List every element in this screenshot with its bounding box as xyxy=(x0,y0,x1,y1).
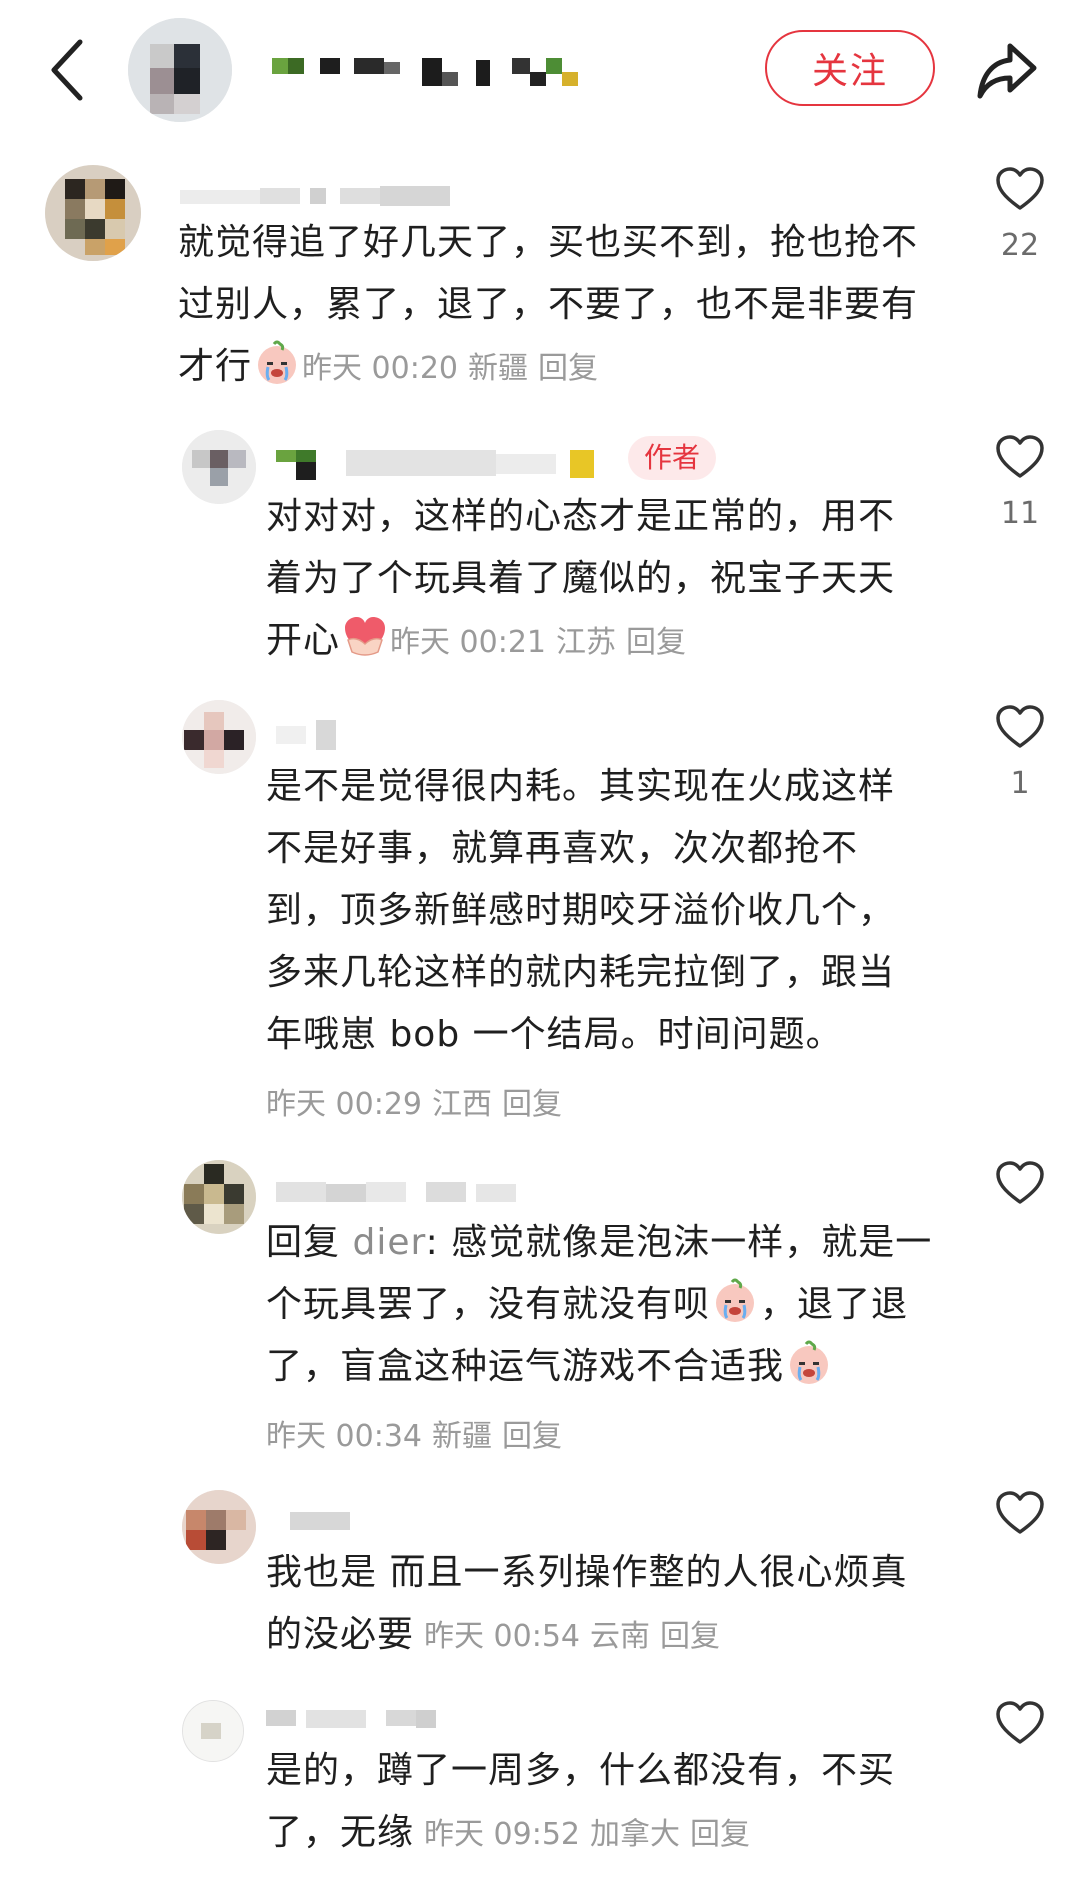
avatar[interactable] xyxy=(182,700,256,774)
like-button[interactable]: 11 xyxy=(990,434,1050,531)
comment-time: 昨天 00:34 xyxy=(266,1419,422,1454)
heart-hands-emoji xyxy=(345,617,386,656)
author-badge: 作者 xyxy=(628,436,717,480)
avatar[interactable] xyxy=(45,165,141,261)
comment-time: 昨天 00:29 xyxy=(266,1087,422,1122)
commenter-name-blurred[interactable] xyxy=(290,1504,360,1538)
comment-time: 昨天 00:54 xyxy=(424,1619,581,1654)
crying-face-emoji xyxy=(258,340,297,384)
avatar[interactable] xyxy=(182,1700,244,1762)
comment-text: 对对对，这样的心态才是正常的，用不着为了个玩具着了魔似的，祝宝子天天开心 昨天 0… xyxy=(266,496,896,661)
crying-face-emoji xyxy=(790,1340,829,1384)
avatar[interactable] xyxy=(182,1490,256,1564)
reply-button[interactable]: 回复 xyxy=(502,1087,562,1122)
reply-button[interactable]: 回复 xyxy=(626,625,686,660)
avatar[interactable] xyxy=(182,430,256,504)
comment-item: 是不是觉得很内耗。其实现在火成这样不是好事，就算再喜欢，次次都抢不到，顶多新鲜感… xyxy=(0,700,1080,1122)
heart-icon[interactable] xyxy=(995,166,1045,212)
comment-item: 作者 对对对，这样的心态才是正常的，用不着为了个玩具着了魔似的，祝宝子天天开心昨… xyxy=(0,430,1080,680)
like-count: 22 xyxy=(1000,228,1040,263)
commenter-name-blurred[interactable] xyxy=(180,178,450,212)
reply-button[interactable]: 回复 xyxy=(502,1419,562,1454)
comment-item: 回复 dier: 感觉就像是泡沫一样，就是一个玩具罢了，没有就没有呗 ，退了退了，… xyxy=(0,1160,1080,1460)
avatar[interactable] xyxy=(182,1160,256,1234)
crying-face-emoji xyxy=(716,1278,755,1322)
top-bar: 关注 xyxy=(0,0,1080,150)
profile-avatar[interactable] xyxy=(128,18,232,122)
like-button[interactable]: 22 xyxy=(990,166,1050,263)
comment-item: 就觉得追了好几天了，买也买不到，抢也抢不过别人，累了，退了，不要了，也不是非要有… xyxy=(0,160,1080,400)
like-count: 1 xyxy=(1010,766,1030,801)
comment-time: 昨天 00:21 xyxy=(390,625,547,660)
reply-button[interactable]: 回复 xyxy=(690,1817,750,1852)
reply-button[interactable]: 回复 xyxy=(538,351,598,386)
heart-icon[interactable] xyxy=(995,434,1045,480)
commenter-name-blurred[interactable] xyxy=(276,718,356,752)
commenter-name-blurred[interactable] xyxy=(266,1704,466,1738)
back-arrow-icon[interactable] xyxy=(44,34,94,106)
comment-time: 昨天 00:20 xyxy=(302,351,459,386)
comment-item: 是的，蹲了一周多，什么都没有，不买了，无缘 昨天 09:52 加拿大 回复 xyxy=(0,1700,1080,1890)
profile-name-blurred[interactable] xyxy=(272,48,632,96)
comment-location: 江西 xyxy=(432,1087,492,1122)
share-icon[interactable] xyxy=(972,36,1042,106)
comment-text: 我也是 而且一系列操作整的人很心烦真的没必要 昨天 00:54 云南 回复 xyxy=(266,1552,908,1655)
heart-icon[interactable] xyxy=(995,1490,1045,1536)
follow-button[interactable]: 关注 xyxy=(765,30,935,106)
comment-item: 我也是 而且一系列操作整的人很心烦真的没必要 昨天 00:54 云南 回复 xyxy=(0,1490,1080,1680)
heart-icon[interactable] xyxy=(995,1700,1045,1746)
comment-text: 回复 dier: 感觉就像是泡沫一样，就是一个玩具罢了，没有就没有呗 ，退了退了，… xyxy=(266,1222,933,1454)
comment-location: 加拿大 xyxy=(590,1817,681,1852)
heart-icon[interactable] xyxy=(995,704,1045,750)
comment-text: 是的，蹲了一周多，什么都没有，不买了，无缘 昨天 09:52 加拿大 回复 xyxy=(266,1750,896,1853)
reply-button[interactable]: 回复 xyxy=(660,1619,720,1654)
like-button[interactable] xyxy=(990,1160,1050,1206)
comment-text: 是不是觉得很内耗。其实现在火成这样不是好事，就算再喜欢，次次都抢不到，顶多新鲜感… xyxy=(266,766,896,1122)
like-count: 11 xyxy=(1000,496,1040,531)
like-button[interactable] xyxy=(990,1490,1050,1536)
commenter-name-blurred[interactable] xyxy=(276,1174,536,1208)
comment-location: 新疆 xyxy=(468,351,529,386)
heart-icon[interactable] xyxy=(995,1160,1045,1206)
comment-text: 就觉得追了好几天了，买也买不到，抢也抢不过别人，累了，退了，不要了，也不是非要有… xyxy=(178,222,919,387)
commenter-name-blurred[interactable] xyxy=(276,446,606,480)
like-button[interactable] xyxy=(990,1700,1050,1746)
reply-target-name[interactable]: dier xyxy=(352,1222,425,1263)
comment-location: 云南 xyxy=(590,1619,651,1654)
comment-location: 新疆 xyxy=(432,1419,492,1454)
comment-time: 昨天 09:52 xyxy=(424,1817,581,1852)
like-button[interactable]: 1 xyxy=(990,704,1050,801)
comment-location: 江苏 xyxy=(556,625,617,660)
